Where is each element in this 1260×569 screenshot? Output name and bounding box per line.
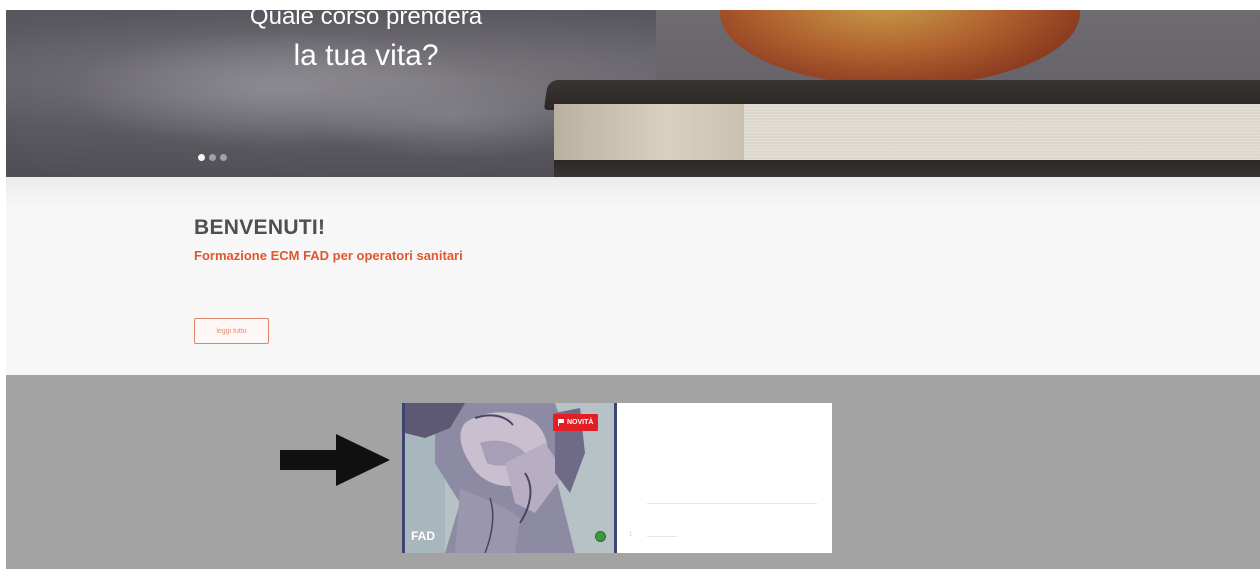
hero-slider[interactable]: Quale corso prenderà la tua vita? bbox=[6, 10, 1260, 177]
book-spine-image bbox=[554, 104, 744, 160]
flag-icon bbox=[558, 419, 564, 426]
slider-dot-2[interactable] bbox=[209, 154, 216, 161]
slider-dots bbox=[198, 154, 227, 161]
hero-title-line2: la tua vita? bbox=[293, 39, 439, 72]
courses-section: NOVITÀ FAD 1 bbox=[6, 375, 1260, 569]
new-badge: NOVITÀ bbox=[553, 414, 599, 431]
divider bbox=[647, 536, 677, 537]
course-card-image[interactable]: NOVITÀ FAD bbox=[402, 403, 614, 553]
course-card-info[interactable]: 1 bbox=[614, 403, 832, 553]
hero-title: Quale corso prenderà la tua vita? bbox=[196, 10, 536, 76]
welcome-intro-text bbox=[192, 291, 1012, 301]
divider bbox=[647, 503, 817, 504]
arrow-right-icon bbox=[280, 434, 390, 486]
welcome-section: BENVENUTI! Formazione ECM FAD per operat… bbox=[6, 177, 1260, 375]
status-dot-icon bbox=[595, 531, 606, 542]
slider-dot-3[interactable] bbox=[220, 154, 227, 161]
book-bottom-image bbox=[554, 160, 1260, 177]
new-badge-label: NOVITÀ bbox=[567, 419, 594, 426]
read-more-button[interactable]: leggi tutto bbox=[194, 318, 269, 344]
slider-dot-1[interactable] bbox=[198, 154, 205, 161]
welcome-subtitle: Formazione ECM FAD per operatori sanitar… bbox=[194, 248, 463, 263]
welcome-title: BENVENUTI! bbox=[194, 216, 326, 239]
course-info-index: 1 bbox=[629, 532, 633, 538]
course-type-label: FAD bbox=[411, 529, 435, 543]
hero-title-line1: Quale corso prenderà bbox=[249, 10, 483, 30]
